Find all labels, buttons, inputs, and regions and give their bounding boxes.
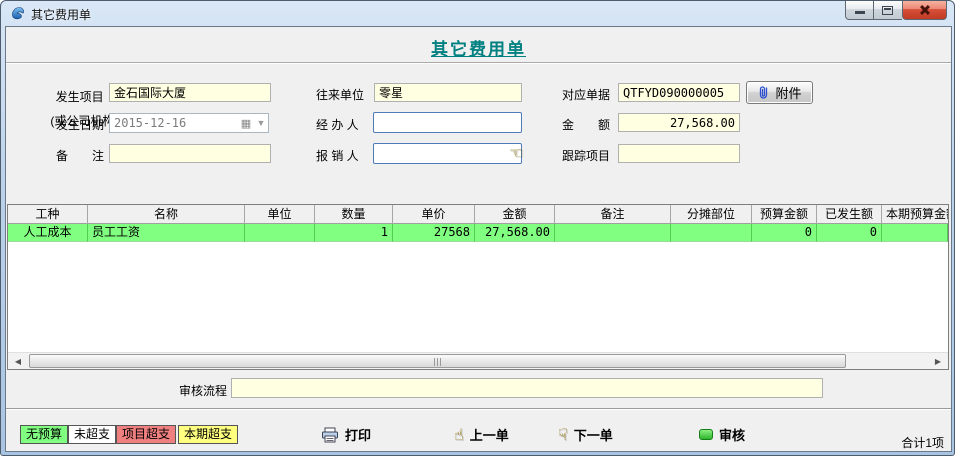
col-incurred[interactable]: 已发生额 [817,205,882,224]
minimize-icon [855,11,865,14]
detail-table: 工种 名称 单位 数量 单价 金额 备注 分摊部位 预算金额 已发生额 本期预算… [7,204,949,370]
scroll-left-icon[interactable]: ◀ [11,355,25,368]
cell-incurred[interactable]: 0 [817,224,882,242]
app-window: 其它费用单 其它费用单 发生项目 (或公司机构) 往来单位 对应单据 附件 发生… [0,0,955,456]
col-remark[interactable]: 备注 [555,205,671,224]
table-header-row: 工种 名称 单位 数量 单价 金额 备注 分摊部位 预算金额 已发生额 本期预算… [8,205,948,224]
col-unit[interactable]: 单位 [245,205,315,224]
attachment-button-label: 附件 [775,83,801,102]
col-quantity[interactable]: 数量 [315,205,393,224]
col-unit-price[interactable]: 单价 [393,205,475,224]
scrollbar-thumb[interactable] [29,354,846,368]
cell-quantity[interactable]: 1 [315,224,393,242]
hand-pointer-down-icon: ☟ [558,427,568,443]
col-allocation[interactable]: 分摊部位 [671,205,752,224]
date-picker[interactable]: 2015-12-16 ▦ ▼ [109,113,269,133]
total-count: 合计1项 [901,434,944,451]
date-value: 2015-12-16 [110,116,238,130]
printer-icon [321,427,339,443]
cell-allocation[interactable] [671,224,752,242]
page-title: 其它费用单 [1,35,955,60]
hand-pointer-up-icon: ☝ [454,427,464,443]
table-row[interactable]: 人工成本 员工工资 1 27568 27,568.00 0 0 [8,224,948,242]
window-title: 其它费用单 [31,6,91,23]
project-input[interactable] [109,83,271,102]
legend-period-over: 本期超支 [178,425,238,444]
remark-input[interactable] [109,144,271,163]
col-amount[interactable]: 金额 [475,205,555,224]
attachment-button[interactable]: 附件 [746,81,813,104]
paperclip-icon [757,85,770,100]
doc-number-label: 对应单据 [562,86,610,103]
col-name[interactable]: 名称 [88,205,245,224]
scroll-right-icon[interactable]: ▶ [931,355,945,368]
col-budget[interactable]: 预算金额 [752,205,817,224]
audit-label: 审核 [719,425,745,444]
previous-record-label: 上一单 [470,425,509,444]
cell-name[interactable]: 员工工资 [88,224,245,242]
cell-unit-price[interactable]: 27568 [393,224,475,242]
titlebar[interactable]: 其它费用单 [1,1,954,26]
print-label: 打印 [345,425,371,444]
review-flow-label: 审核流程 [179,382,227,399]
col-period-budget[interactable]: 本期预算金额 [882,205,948,224]
cell-period-budget[interactable] [882,224,948,242]
amount-label: 金 额 [562,116,610,133]
reimburser-label: 报 销 人 [316,147,359,164]
table-body-empty [8,242,948,352]
cell-unit[interactable] [245,224,315,242]
audit-status-icon [699,429,713,440]
review-flow-input[interactable] [231,378,823,398]
reimburser-input[interactable] [373,143,522,164]
audit-button[interactable]: 审核 [699,425,745,444]
previous-record-button[interactable]: ☝ 上一单 [454,425,509,444]
handler-label: 经 办 人 [316,116,359,133]
date-label: 发生日期 [56,116,104,133]
next-record-button[interactable]: ☟ 下一单 [558,425,613,444]
close-button[interactable] [902,1,947,20]
maximize-icon [882,6,893,15]
horizontal-scrollbar[interactable]: ◀ ▶ [8,352,948,369]
close-icon [918,4,931,17]
tracking-input[interactable] [618,144,740,163]
legend-project-over: 项目超支 [116,425,176,444]
hand-pointer-left-icon[interactable]: ☜ [509,145,523,161]
maximize-button[interactable] [874,1,902,20]
amount-input[interactable] [618,113,740,132]
tracking-label: 跟踪项目 [562,147,610,164]
print-button[interactable]: 打印 [321,425,371,444]
doc-number-input[interactable] [618,83,740,102]
cell-remark[interactable] [555,224,671,242]
next-record-label: 下一单 [574,425,613,444]
counterparty-label: 往来单位 [316,86,364,103]
app-logo-icon [10,5,26,21]
calendar-icon: ▦ [238,117,254,130]
dropdown-arrow-icon[interactable]: ▼ [254,118,268,128]
counterparty-input[interactable] [374,83,522,102]
legend-no-budget: 无预算 [20,425,68,444]
minimize-button[interactable] [845,1,874,20]
legend-not-over: 未超支 [68,425,116,444]
cell-amount[interactable]: 27,568.00 [475,224,555,242]
cell-worktype[interactable]: 人工成本 [8,224,88,242]
handler-input[interactable] [373,112,522,133]
footer-divider [6,408,951,409]
remark-label: 备 注 [56,147,104,164]
cell-budget[interactable]: 0 [752,224,817,242]
col-worktype[interactable]: 工种 [8,205,88,224]
